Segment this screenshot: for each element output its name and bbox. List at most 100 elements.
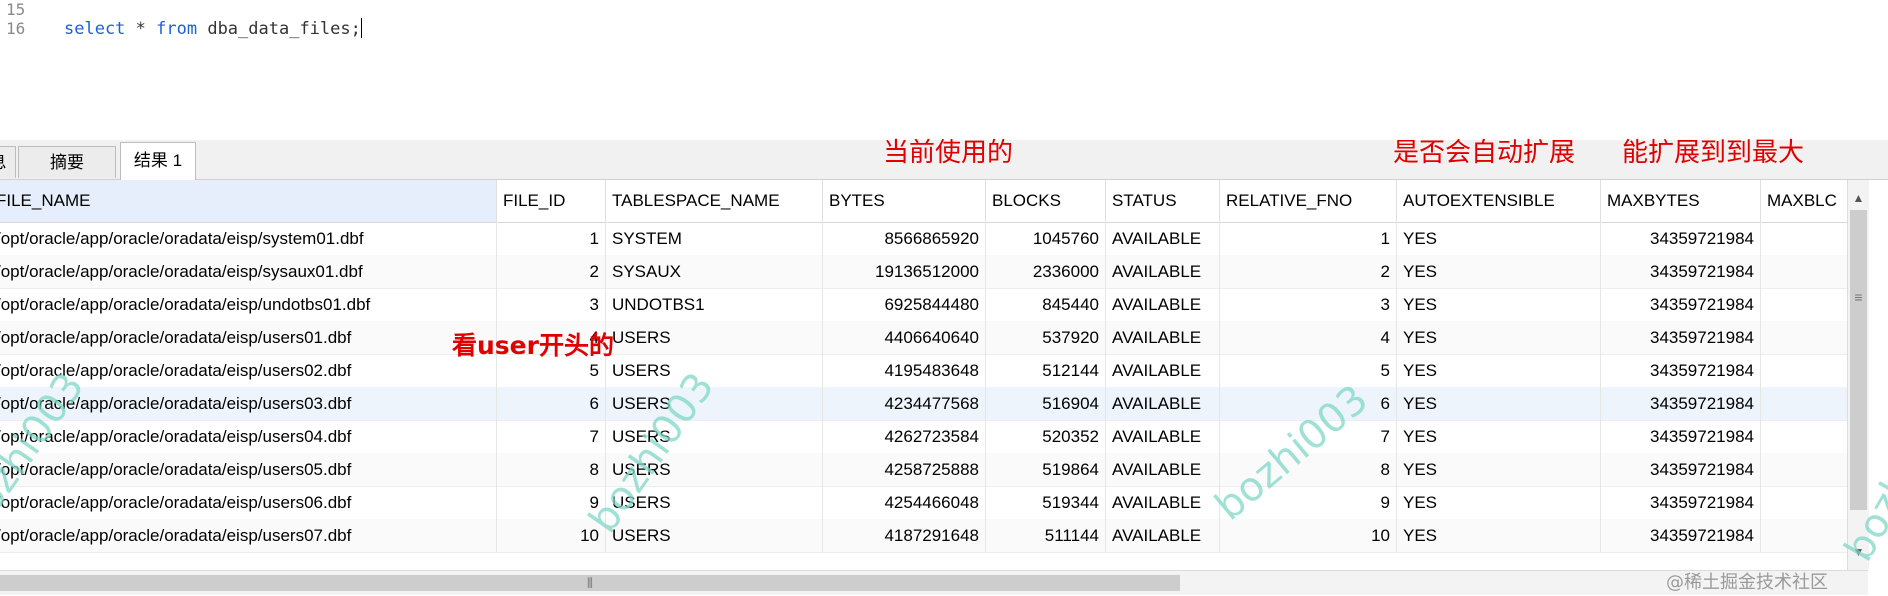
table-cell[interactable]: AVAILABLE — [1106, 222, 1220, 255]
table-cell[interactable]: /opt/oracle/app/oracle/oradata/eisp/user… — [0, 321, 497, 354]
table-cell[interactable]: YES — [1397, 354, 1601, 387]
table-row[interactable]: /opt/oracle/app/oracle/oradata/eisp/user… — [0, 321, 1868, 355]
table-row[interactable]: /opt/oracle/app/oracle/oradata/eisp/user… — [0, 519, 1868, 553]
table-cell[interactable]: 6925844480 — [823, 288, 986, 321]
table-cell[interactable]: 34359721984 — [1601, 519, 1761, 552]
table-cell[interactable]: AVAILABLE — [1106, 321, 1220, 354]
table-cell[interactable]: 3 — [497, 288, 606, 321]
result-grid[interactable]: FILE_NAME FILE_ID TABLESPACE_NAME BYTES BLOC… — [0, 180, 1868, 570]
table-cell[interactable]: YES — [1397, 387, 1601, 420]
table-cell[interactable]: YES — [1397, 519, 1601, 552]
table-row[interactable]: /opt/oracle/app/oracle/oradata/eisp/user… — [0, 354, 1868, 388]
table-cell[interactable]: 34359721984 — [1601, 288, 1761, 321]
table-cell[interactable]: AVAILABLE — [1106, 486, 1220, 519]
table-cell[interactable]: 8 — [497, 453, 606, 486]
table-row[interactable]: /opt/oracle/app/oracle/oradata/eisp/syst… — [0, 222, 1868, 256]
table-cell[interactable]: 512144 — [986, 354, 1106, 387]
tab-summary[interactable]: 摘要 — [18, 146, 116, 178]
column-header[interactable]: BLOCKS — [986, 180, 1106, 222]
table-cell[interactable]: YES — [1397, 486, 1601, 519]
table-row[interactable]: /opt/oracle/app/oracle/oradata/eisp/sysa… — [0, 255, 1868, 289]
table-cell[interactable]: 10 — [1220, 519, 1397, 552]
table-cell[interactable]: 4254466048 — [823, 486, 986, 519]
table-cell[interactable]: 34359721984 — [1601, 222, 1761, 255]
table-cell[interactable]: /opt/oracle/app/oracle/oradata/eisp/user… — [0, 453, 497, 486]
table-cell[interactable]: 4406640640 — [823, 321, 986, 354]
column-header[interactable]: FILE_ID — [497, 180, 606, 222]
table-cell[interactable]: YES — [1397, 420, 1601, 453]
table-cell[interactable]: 1 — [1220, 222, 1397, 255]
column-header[interactable]: STATUS — [1106, 180, 1220, 222]
column-header[interactable]: AUTOEXTENSIBLE — [1397, 180, 1601, 222]
horizontal-scrollbar[interactable]: ⦀ — [0, 570, 1868, 595]
table-cell[interactable]: 7 — [497, 420, 606, 453]
table-row[interactable]: /opt/oracle/app/oracle/oradata/eisp/user… — [0, 420, 1868, 454]
table-cell[interactable]: AVAILABLE — [1106, 255, 1220, 288]
scrollbar-thumb[interactable] — [1850, 210, 1867, 510]
table-cell[interactable]: 4258725888 — [823, 453, 986, 486]
table-cell[interactable]: 4262723584 — [823, 420, 986, 453]
table-cell[interactable]: AVAILABLE — [1106, 354, 1220, 387]
column-header[interactable]: FILE_NAME — [0, 180, 497, 222]
table-cell[interactable]: AVAILABLE — [1106, 420, 1220, 453]
table-cell[interactable]: 8566865920 — [823, 222, 986, 255]
tab-result-1[interactable]: 结果 1 — [120, 142, 196, 180]
column-header[interactable]: MAXBLC — [1761, 180, 1851, 222]
table-cell[interactable]: USERS — [606, 354, 823, 387]
table-cell[interactable]: 34359721984 — [1601, 420, 1761, 453]
table-cell[interactable]: 1 — [497, 222, 606, 255]
scrollbar-thumb[interactable]: ⦀ — [0, 575, 1180, 591]
table-cell[interactable]: 5 — [1220, 354, 1397, 387]
table-cell[interactable]: SYSTEM — [606, 222, 823, 255]
table-cell[interactable]: YES — [1397, 321, 1601, 354]
table-cell[interactable]: 10 — [497, 519, 606, 552]
table-cell[interactable]: 34359721984 — [1601, 486, 1761, 519]
table-row[interactable]: /opt/oracle/app/oracle/oradata/eisp/user… — [0, 387, 1868, 421]
table-cell[interactable]: 2 — [497, 255, 606, 288]
table-cell[interactable]: AVAILABLE — [1106, 519, 1220, 552]
table-cell[interactable]: 1045760 — [986, 222, 1106, 255]
table-cell[interactable]: 34359721984 — [1601, 255, 1761, 288]
table-cell[interactable]: /opt/oracle/app/oracle/oradata/eisp/sysa… — [0, 255, 497, 288]
table-cell[interactable]: 516904 — [986, 387, 1106, 420]
table-row[interactable]: /opt/oracle/app/oracle/oradata/eisp/undo… — [0, 288, 1868, 322]
table-cell[interactable]: YES — [1397, 222, 1601, 255]
column-header[interactable]: TABLESPACE_NAME — [606, 180, 823, 222]
table-cell[interactable]: 6 — [497, 387, 606, 420]
table-cell[interactable]: USERS — [606, 519, 823, 552]
table-cell[interactable]: AVAILABLE — [1106, 387, 1220, 420]
table-cell[interactable]: AVAILABLE — [1106, 288, 1220, 321]
table-cell[interactable]: UNDOTBS1 — [606, 288, 823, 321]
table-cell[interactable]: AVAILABLE — [1106, 453, 1220, 486]
sql-statement[interactable]: select * from dba_data_files; — [64, 18, 362, 39]
table-cell[interactable]: 19136512000 — [823, 255, 986, 288]
table-cell[interactable]: /opt/oracle/app/oracle/oradata/eisp/user… — [0, 486, 497, 519]
table-cell[interactable]: 4 — [1220, 321, 1397, 354]
tab-messages[interactable]: 息 — [0, 146, 16, 178]
table-cell[interactable]: 4234477568 — [823, 387, 986, 420]
table-cell[interactable]: USERS — [606, 321, 823, 354]
table-cell[interactable]: 4195483648 — [823, 354, 986, 387]
table-cell[interactable]: 34359721984 — [1601, 387, 1761, 420]
table-cell[interactable]: /opt/oracle/app/oracle/oradata/eisp/user… — [0, 420, 497, 453]
table-cell[interactable]: 4187291648 — [823, 519, 986, 552]
table-cell[interactable]: 519344 — [986, 486, 1106, 519]
table-row[interactable]: /opt/oracle/app/oracle/oradata/eisp/user… — [0, 453, 1868, 487]
table-cell[interactable]: /opt/oracle/app/oracle/oradata/eisp/undo… — [0, 288, 497, 321]
table-cell[interactable]: 2336000 — [986, 255, 1106, 288]
table-cell[interactable]: SYSAUX — [606, 255, 823, 288]
table-cell[interactable]: 3 — [1220, 288, 1397, 321]
table-cell[interactable]: 845440 — [986, 288, 1106, 321]
column-header[interactable]: MAXBYTES — [1601, 180, 1761, 222]
sql-editor[interactable]: 15 16 select * from dba_data_files; — [0, 0, 1888, 140]
table-cell[interactable]: /opt/oracle/app/oracle/oradata/eisp/user… — [0, 519, 497, 552]
table-cell[interactable]: 519864 — [986, 453, 1106, 486]
table-cell[interactable]: 2 — [1220, 255, 1397, 288]
table-cell[interactable]: 34359721984 — [1601, 453, 1761, 486]
table-cell[interactable]: 34359721984 — [1601, 354, 1761, 387]
table-cell[interactable]: 511144 — [986, 519, 1106, 552]
column-header[interactable]: BYTES — [823, 180, 986, 222]
table-cell[interactable]: /opt/oracle/app/oracle/oradata/eisp/syst… — [0, 222, 497, 255]
table-cell[interactable]: YES — [1397, 255, 1601, 288]
table-cell[interactable]: 537920 — [986, 321, 1106, 354]
